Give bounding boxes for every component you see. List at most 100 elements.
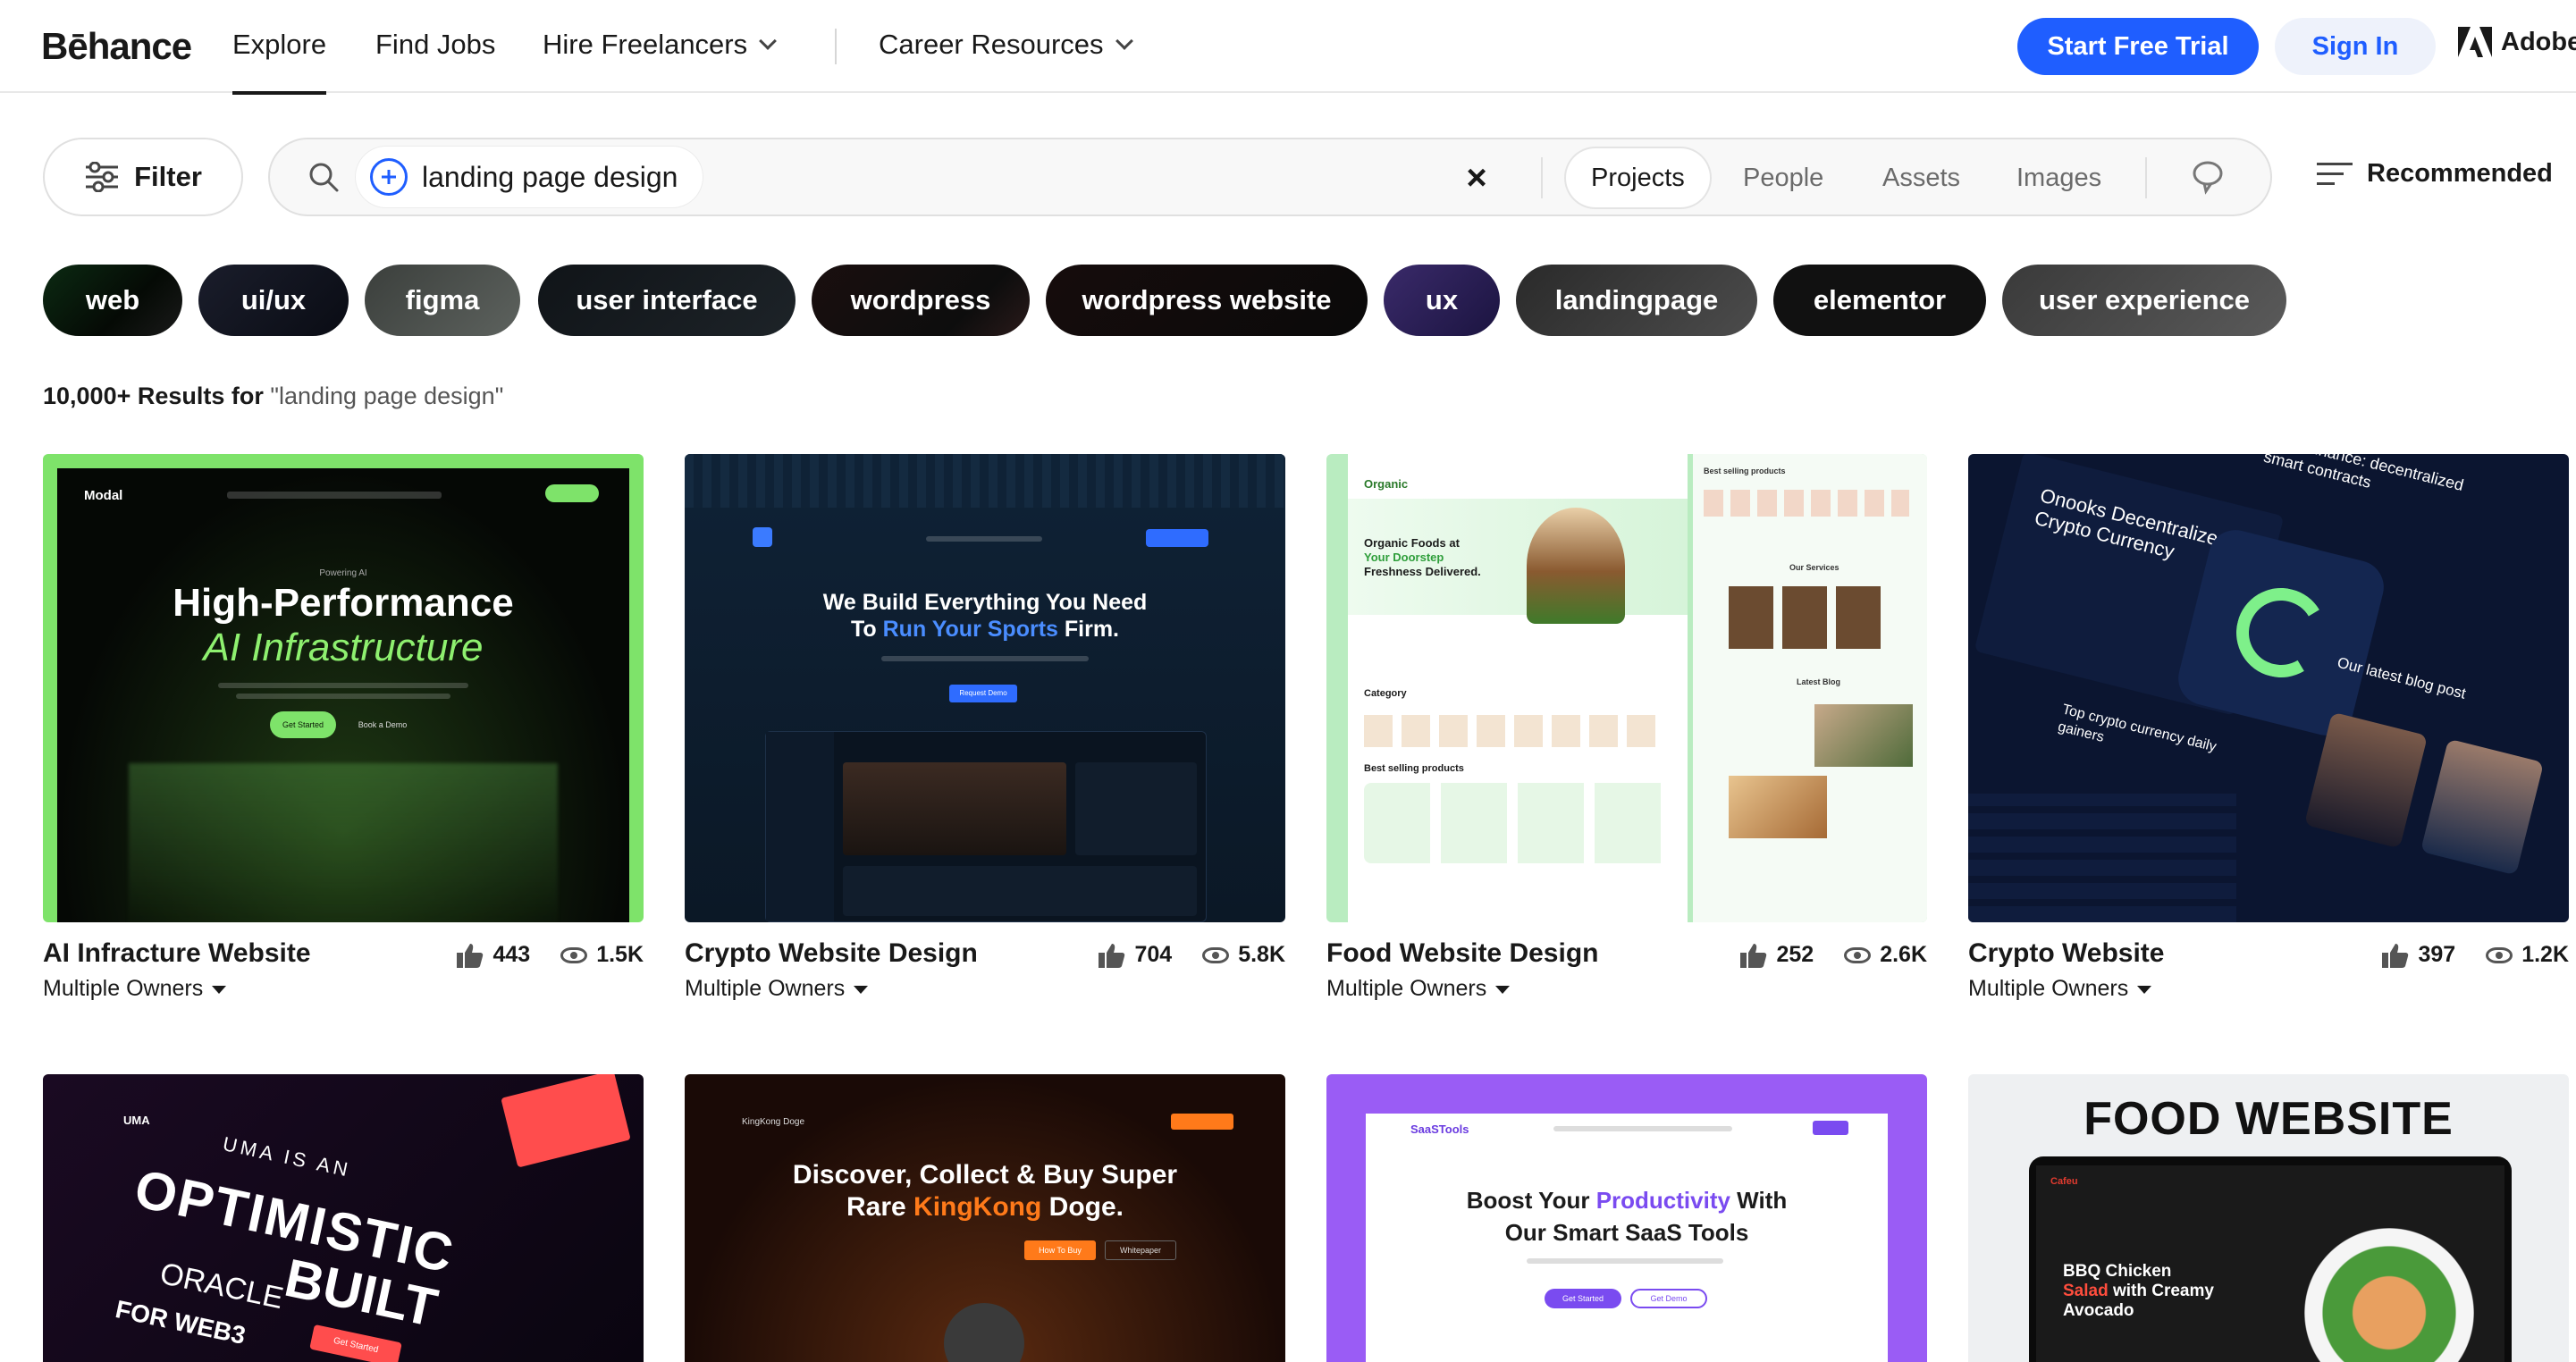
- tag-pill[interactable]: wordpress: [812, 265, 1030, 336]
- thumb-section-title: Category: [1364, 688, 1407, 699]
- owners-label: Multiple Owners: [685, 976, 846, 1001]
- thumbs-up-icon: [1099, 943, 1125, 968]
- project-owners[interactable]: Multiple Owners: [43, 976, 227, 1002]
- view-count: 1.5K: [596, 942, 644, 967]
- thumb-headline-line2: To Run Your Sports Firm.: [685, 617, 1285, 643]
- project-title[interactable]: Food Website Design: [1326, 938, 1598, 969]
- thumbs-up-icon: [2382, 943, 2409, 968]
- thumb-cta-secondary: Get Demo: [1630, 1289, 1707, 1308]
- search-divider: [2145, 157, 2147, 198]
- project-stats: 443 1.5K: [457, 942, 644, 968]
- project-thumbnail[interactable]: Organic Organic Foods at Your Doorstep F…: [1326, 454, 1927, 922]
- nav-explore[interactable]: Explore: [232, 29, 327, 95]
- thumb-headline-part: Firm.: [1057, 617, 1120, 642]
- tag-pill[interactable]: web: [43, 265, 182, 336]
- thumbs-up-icon: [1740, 943, 1767, 968]
- thumb-headline-part: Boost Your: [1466, 1187, 1596, 1214]
- project-owners[interactable]: Multiple Owners: [1968, 976, 2152, 1002]
- tag-pill[interactable]: user experience: [2002, 265, 2286, 336]
- tag-pill[interactable]: ux: [1384, 265, 1500, 336]
- search-bar[interactable]: landing page design × Projects People As…: [268, 138, 2272, 216]
- nav-career-resources[interactable]: Career Resources: [879, 29, 1133, 61]
- project-title[interactable]: AI Infracture Website: [43, 938, 311, 969]
- thumb-cta: How To Buy: [1024, 1240, 1096, 1260]
- close-icon[interactable]: ×: [1459, 160, 1494, 197]
- like-count: 443: [492, 942, 531, 967]
- tag-pill[interactable]: ui/ux: [198, 265, 349, 336]
- nav-hire-freelancers[interactable]: Hire Freelancers: [543, 29, 778, 61]
- results-count-text: 10,000+ Results for: [43, 383, 264, 409]
- thumb-headline: Discover, Collect & Buy Super: [792, 1160, 1178, 1190]
- tag-pill[interactable]: elementor: [1773, 265, 1986, 336]
- nav-find-jobs-label: Find Jobs: [375, 29, 496, 60]
- owners-label: Multiple Owners: [1968, 976, 2129, 1001]
- thumb-cta: Request Demo: [949, 685, 1017, 702]
- eye-icon: [1844, 946, 1872, 963]
- thumb-cta-secondary: Book a Demo: [358, 720, 408, 729]
- visual-search-icon: [370, 158, 408, 196]
- owners-label: Multiple Owners: [43, 976, 204, 1001]
- sort-dropdown[interactable]: Recommended: [2317, 159, 2576, 189]
- tab-assets[interactable]: Assets: [1857, 148, 1985, 207]
- nav-find-jobs[interactable]: Find Jobs: [375, 29, 495, 61]
- tab-projects[interactable]: Projects: [1566, 148, 1710, 207]
- thumb-headline: Our Smart SaaS Tools: [1504, 1219, 1749, 1246]
- thumb-headline: We Build Everything You Need: [822, 590, 1148, 615]
- results-query-text: "landing page design": [270, 383, 504, 409]
- thumb-section-title: Our Services: [1789, 563, 1839, 572]
- search-icon: [309, 163, 339, 192]
- project-thumbnail[interactable]: Modal Powering AI High-Performance AI In…: [43, 454, 644, 922]
- thumb-headline: High-Performance: [173, 581, 514, 625]
- start-free-trial-button[interactable]: Start Free Trial: [2017, 18, 2259, 75]
- thumb-headline-accent: AI Infrastructure: [203, 626, 484, 669]
- thumb-headline-accent: Productivity: [1595, 1187, 1730, 1214]
- project-thumbnail[interactable]: FOOD WEBSITE Cafeu BBQ Chicken Salad wit…: [1968, 1074, 2569, 1362]
- caret-down-icon: [212, 986, 227, 994]
- project-owners[interactable]: Multiple Owners: [1326, 976, 1511, 1002]
- tag-pill[interactable]: user interface: [538, 265, 796, 336]
- behance-logo[interactable]: Bēhance: [41, 25, 192, 68]
- thumb-headline: Organic Foods at: [1364, 536, 1460, 550]
- sign-in-button[interactable]: Sign In: [2275, 18, 2436, 75]
- thumb-brand: KingKong Doge: [742, 1117, 805, 1127]
- project-thumbnail[interactable]: We Build Everything You Need To Run Your…: [685, 454, 1285, 922]
- search-query-chip[interactable]: landing page design: [356, 147, 703, 207]
- search-divider: [1541, 157, 1543, 198]
- results-count: 10,000+ Results for "landing page design…: [43, 383, 503, 410]
- view-count: 2.6K: [1880, 942, 1927, 967]
- thumbs-up-icon: [457, 943, 484, 968]
- project-thumbnail[interactable]: UMA UMA IS AN OPTIMISTIC ORACLE BUILT FO…: [43, 1074, 644, 1362]
- thumb-headline-part: with Creamy: [2108, 1282, 2214, 1300]
- nav-career-resources-label: Career Resources: [879, 29, 1104, 60]
- sort-lines-icon: [2317, 161, 2353, 188]
- thumb-brand: SaaSTools: [1410, 1122, 1469, 1136]
- owners-label: Multiple Owners: [1326, 976, 1487, 1001]
- project-owners[interactable]: Multiple Owners: [685, 976, 869, 1002]
- project-title[interactable]: Crypto Website Design: [685, 938, 978, 969]
- caret-down-icon: [1495, 986, 1511, 994]
- project-thumbnail[interactable]: KingKong Doge Discover, Collect & Buy Su…: [685, 1074, 1285, 1362]
- thumb-section-title: Top crypto currency daily gainers: [2056, 702, 2218, 755]
- tag-pill[interactable]: figma: [365, 265, 520, 336]
- thumb-headline: FOOD WEBSITE: [2084, 1093, 2454, 1145]
- chevron-down-icon: [1115, 32, 1133, 50]
- project-thumbnail[interactable]: SaaSTools Boost Your Productivity With O…: [1326, 1074, 1927, 1362]
- eye-icon: [2486, 946, 2513, 963]
- tab-people[interactable]: People: [1718, 148, 1848, 207]
- project-stats: 704 5.8K: [1099, 942, 1285, 968]
- filter-button[interactable]: Filter: [43, 138, 243, 216]
- tag-pill[interactable]: wordpress website: [1046, 265, 1368, 336]
- thumb-headline: Avocado: [2063, 1301, 2134, 1320]
- project-title[interactable]: Crypto Website: [1968, 938, 2164, 969]
- nav-divider: [835, 29, 837, 64]
- chat-bubble-icon[interactable]: [2190, 159, 2226, 195]
- tab-images[interactable]: Images: [1991, 148, 2126, 207]
- thumb-headline-part: With: [1730, 1187, 1788, 1214]
- adobe-link[interactable]: Adobe: [2458, 27, 2576, 57]
- project-thumbnail[interactable]: Onooks Decentralized Crypto Currency Ope…: [1968, 454, 2569, 922]
- thumb-headline-part: To: [850, 617, 883, 642]
- tag-pill[interactable]: landingpage: [1516, 265, 1757, 336]
- chevron-down-icon: [759, 32, 778, 50]
- thumb-headline-line3: Freshness Delivered.: [1364, 565, 1481, 578]
- thumb-headline-accent: KingKong: [913, 1192, 1042, 1222]
